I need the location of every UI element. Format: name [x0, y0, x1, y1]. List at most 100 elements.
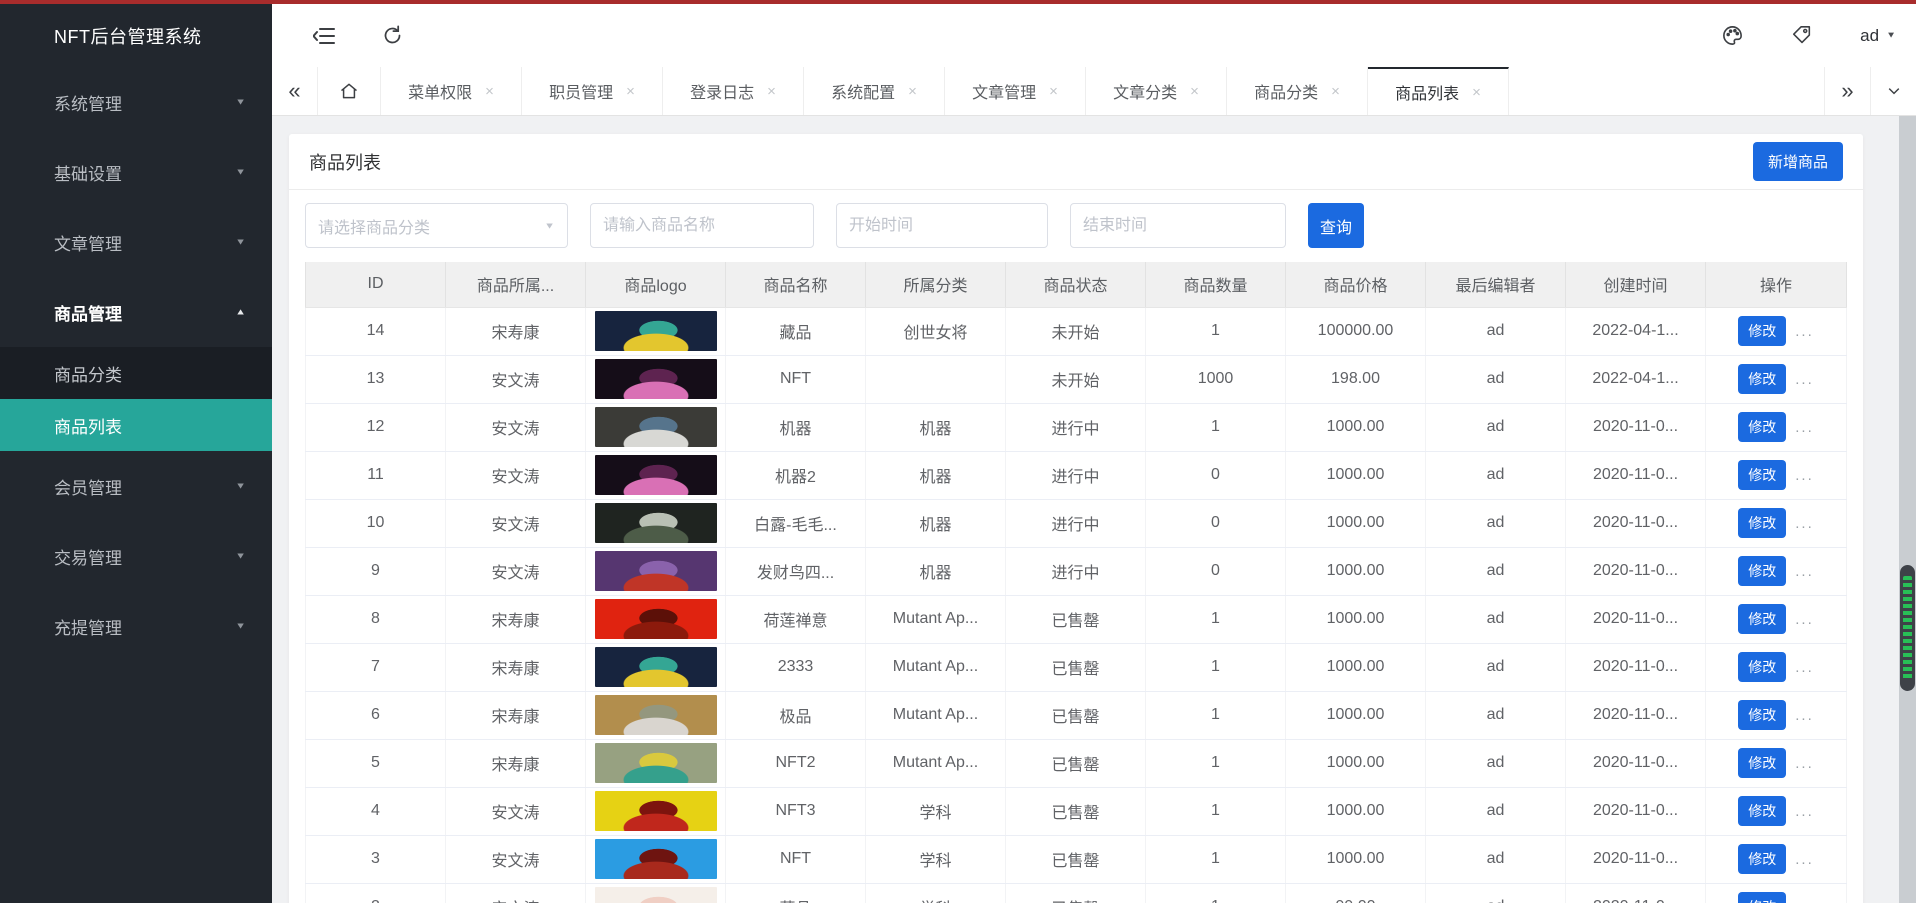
tab-article-manage[interactable]: 文章管理 × [945, 67, 1086, 115]
collapse-sidebar-icon[interactable] [312, 24, 336, 48]
end-time-input[interactable] [1070, 203, 1286, 248]
tabs-menu-button[interactable] [1870, 67, 1916, 115]
product-logo-image [594, 407, 717, 447]
cell-owner: 安文涛 [445, 547, 586, 596]
edit-button[interactable]: 修改 [1738, 604, 1787, 634]
close-icon[interactable]: × [908, 84, 917, 99]
more-actions-button[interactable]: ... [1795, 563, 1814, 580]
cell-created: 2022-04-1... [1565, 355, 1706, 404]
sidebar-item-label: 会员管理 [54, 478, 122, 498]
edit-button[interactable]: 修改 [1738, 892, 1787, 903]
more-actions-button[interactable]: ... [1795, 323, 1814, 340]
theme-palette-icon[interactable] [1720, 24, 1744, 48]
tab-goods-list[interactable]: 商品列表 × [1368, 67, 1509, 115]
close-icon[interactable]: × [1190, 84, 1199, 99]
cell-id: 4 [305, 787, 446, 836]
card-header: 商品列表 新增商品 [289, 134, 1863, 190]
tab-home[interactable] [318, 67, 381, 115]
cell-price: 1000.00 [1285, 691, 1426, 740]
edit-button[interactable]: 修改 [1738, 508, 1787, 538]
tab-sys-config[interactable]: 系统配置 × [804, 67, 945, 115]
edit-button[interactable]: 修改 [1738, 652, 1787, 682]
more-actions-button[interactable]: ... [1795, 611, 1814, 628]
cell-editor: ad [1425, 403, 1566, 452]
sidebar-item-trade[interactable]: 交易管理 ▼ [0, 521, 272, 591]
more-actions-button[interactable]: ... [1795, 899, 1814, 903]
cell-qty: 1 [1145, 307, 1286, 356]
cell-status: 已售罄 [1005, 643, 1146, 692]
edit-button[interactable]: 修改 [1738, 796, 1787, 826]
cell-editor: ad [1425, 883, 1566, 903]
cell-status: 进行中 [1005, 451, 1146, 500]
edit-button[interactable]: 修改 [1738, 748, 1787, 778]
tab-label: 职员管理 [549, 85, 614, 102]
table-row: 5 宋寿康 NFT2 Mutant Ap... 已售罄 1 1000.00 ad 2020-11… [305, 739, 1847, 788]
top-accent-bar [0, 0, 1916, 4]
edit-button[interactable]: 修改 [1738, 844, 1787, 874]
scrollbar-thumb[interactable] [1900, 565, 1915, 691]
edit-button[interactable]: 修改 [1738, 412, 1787, 442]
more-actions-button[interactable]: ... [1795, 419, 1814, 436]
search-button[interactable]: 查询 [1308, 203, 1364, 248]
page-scrollbar[interactable] [1899, 116, 1916, 903]
tag-icon[interactable] [1790, 24, 1814, 48]
close-icon[interactable]: × [485, 84, 494, 99]
sidebar-menu: 系统管理 ▼ 基础设置 ▼ 文章管理 ▼ 商品管理 ▲ 商品分类商品列表会员管理 ▼ 交易管理 ▼ 充提… [0, 67, 272, 661]
category-select[interactable]: 请选择商品分类 ▼ [305, 203, 568, 248]
more-actions-button[interactable]: ... [1795, 371, 1814, 388]
more-actions-button[interactable]: ... [1795, 515, 1814, 532]
tab-label: 商品分类 [1254, 85, 1319, 102]
tab-article-cat[interactable]: 文章分类 × [1086, 67, 1227, 115]
sidebar-item-system[interactable]: 系统管理 ▼ [0, 67, 272, 137]
header-left-tools [312, 4, 404, 67]
sidebar-subitem-label: 商品列表 [54, 417, 122, 437]
close-icon[interactable]: × [1049, 84, 1058, 99]
more-actions-button[interactable]: ... [1795, 707, 1814, 724]
more-actions-button[interactable]: ... [1795, 851, 1814, 868]
tab-label: 系统配置 [831, 85, 896, 102]
cell-owner: 宋寿康 [445, 643, 586, 692]
cell-editor: ad [1425, 787, 1566, 836]
edit-button[interactable]: 修改 [1738, 364, 1787, 394]
tabs-scroll-right-button[interactable]: » [1824, 67, 1870, 115]
cell-logo [585, 739, 726, 788]
more-actions-button[interactable]: ... [1795, 755, 1814, 772]
product-name-input[interactable] [590, 203, 814, 248]
close-icon[interactable]: × [767, 84, 776, 99]
tab-goods-cat[interactable]: 商品分类 × [1227, 67, 1368, 115]
tab-menu-auth[interactable]: 菜单权限 × [381, 67, 522, 115]
table-row: 7 宋寿康 2333 Mutant Ap... 已售罄 1 1000.00 ad 2020-11… [305, 643, 1847, 692]
close-icon[interactable]: × [626, 84, 635, 99]
cell-qty: 1 [1145, 787, 1286, 836]
cell-qty: 1 [1145, 595, 1286, 644]
edit-button[interactable]: 修改 [1738, 316, 1787, 346]
edit-button[interactable]: 修改 [1738, 460, 1787, 490]
sidebar-item-article[interactable]: 文章管理 ▼ [0, 207, 272, 277]
more-actions-button[interactable]: ... [1795, 659, 1814, 676]
cell-actions: 修改... [1705, 451, 1847, 500]
sidebar-item-deposit[interactable]: 充提管理 ▼ [0, 591, 272, 661]
cell-price: 1000.00 [1285, 835, 1426, 884]
edit-button[interactable]: 修改 [1738, 700, 1787, 730]
more-actions-button[interactable]: ... [1795, 803, 1814, 820]
sidebar-item-goods-list[interactable]: 商品列表 [0, 399, 272, 451]
edit-button[interactable]: 修改 [1738, 556, 1787, 586]
close-icon[interactable]: × [1472, 85, 1481, 100]
cell-editor: ad [1425, 595, 1566, 644]
close-icon[interactable]: × [1331, 84, 1340, 99]
tab-login-log[interactable]: 登录日志 × [663, 67, 804, 115]
add-product-button[interactable]: 新增商品 [1752, 142, 1843, 181]
sidebar-item-label: 系统管理 [54, 94, 122, 114]
refresh-icon[interactable] [380, 24, 404, 48]
sidebar-item-member[interactable]: 会员管理 ▼ [0, 451, 272, 521]
sidebar-item-basic[interactable]: 基础设置 ▼ [0, 137, 272, 207]
sidebar-item-goods[interactable]: 商品管理 ▲ [0, 277, 272, 347]
more-actions-button[interactable]: ... [1795, 467, 1814, 484]
user-menu[interactable]: ad ▼ [1860, 26, 1896, 46]
cell-actions: 修改... [1705, 643, 1847, 692]
tabs-scroll-left-button[interactable]: « [272, 67, 318, 115]
cell-logo [585, 547, 726, 596]
sidebar-item-goods-category[interactable]: 商品分类 [0, 347, 272, 399]
tab-staff[interactable]: 职员管理 × [522, 67, 663, 115]
start-time-input[interactable] [836, 203, 1048, 248]
